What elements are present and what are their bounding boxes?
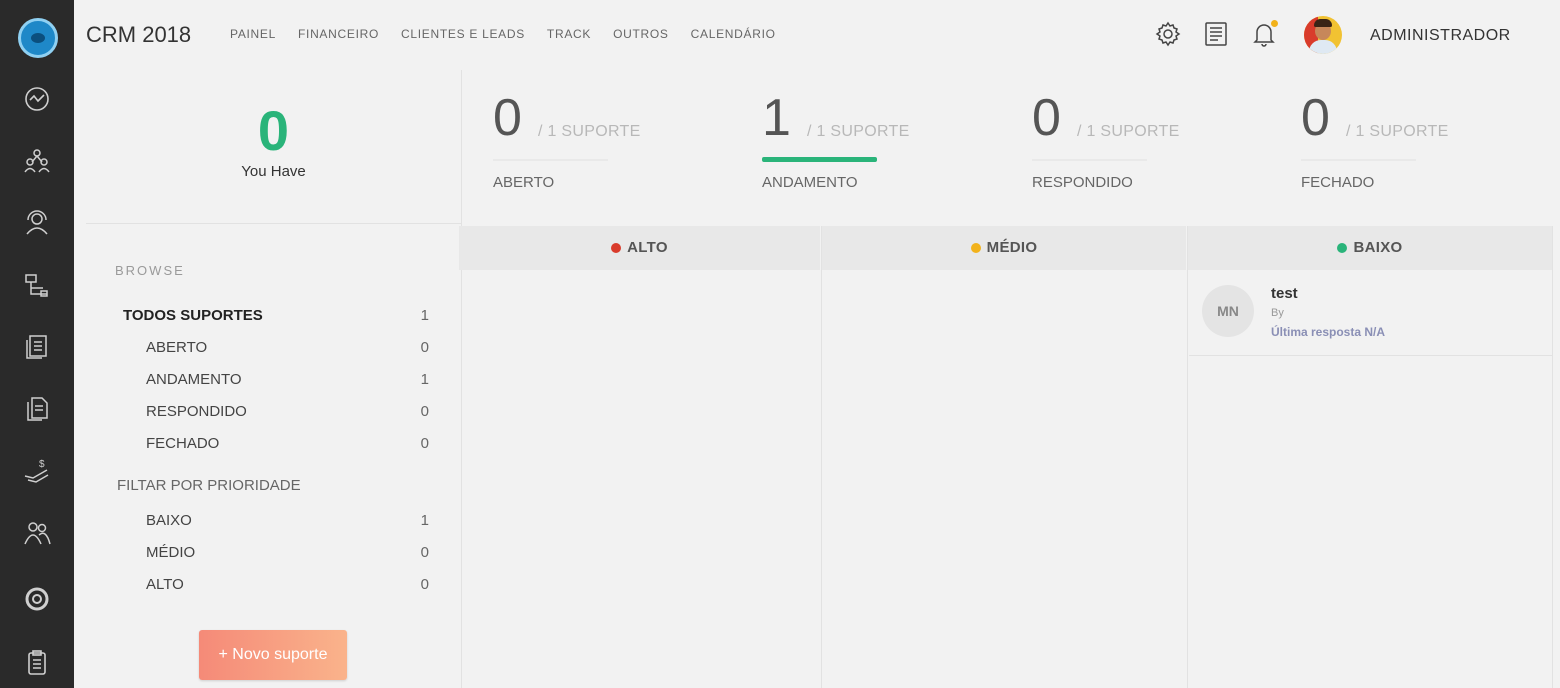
alto-dot-icon bbox=[611, 243, 622, 253]
stat-total: / 1 SUPORTE bbox=[1346, 123, 1449, 140]
divider bbox=[461, 70, 462, 688]
svg-text:$: $ bbox=[39, 459, 45, 470]
filter-count: 0 bbox=[420, 576, 429, 593]
filter-label: FECHADO bbox=[146, 435, 220, 452]
tasks-icon[interactable] bbox=[22, 270, 52, 300]
nav-financeiro[interactable]: FINANCEIRO bbox=[298, 27, 379, 41]
stat-value: 0 bbox=[1032, 89, 1061, 147]
stat-fechado[interactable]: 0 / 1 SUPORTE FECHADO bbox=[1301, 88, 1501, 198]
stat-value: 1 bbox=[762, 89, 791, 147]
filter-count: 0 bbox=[420, 339, 429, 356]
filter-label: MÉDIO bbox=[146, 544, 196, 561]
divider bbox=[821, 226, 822, 688]
column-header-medio: MÉDIO bbox=[822, 226, 1186, 270]
stat-label: RESPONDIDO bbox=[1032, 174, 1133, 191]
filter-label: ALTO bbox=[146, 576, 184, 593]
ticket-card[interactable]: MN test By Última resposta N/A bbox=[1189, 272, 1552, 356]
stat-andamento[interactable]: 1 / 1 SUPORTE ANDAMENTO bbox=[762, 88, 962, 198]
stat-bar-active bbox=[762, 157, 877, 162]
nav-painel[interactable]: PAINEL bbox=[230, 27, 276, 41]
divider bbox=[86, 223, 461, 224]
notes-icon[interactable] bbox=[1202, 20, 1230, 48]
column-title: BAIXO bbox=[1353, 239, 1403, 256]
logo[interactable] bbox=[18, 18, 58, 58]
support-icon[interactable] bbox=[22, 584, 52, 614]
column-title: MÉDIO bbox=[986, 239, 1038, 256]
filter-count: 0 bbox=[420, 403, 429, 420]
nav-track[interactable]: TRACK bbox=[547, 27, 591, 41]
filter-count: 1 bbox=[420, 371, 429, 388]
documents-icon[interactable] bbox=[22, 332, 52, 362]
nav-clientes-leads[interactable]: CLIENTES E LEADS bbox=[401, 27, 525, 41]
clipboard-icon[interactable] bbox=[22, 648, 52, 678]
nav-outros[interactable]: OUTROS bbox=[613, 27, 669, 41]
stat-total: / 1 SUPORTE bbox=[807, 123, 910, 140]
summary-label: You Have bbox=[241, 163, 306, 180]
baixo-dot-icon bbox=[1337, 243, 1348, 253]
stat-bar bbox=[1032, 159, 1147, 161]
user-name[interactable]: ADMINISTRADOR bbox=[1370, 27, 1511, 45]
finance-icon[interactable]: $ bbox=[22, 456, 52, 486]
users-icon[interactable] bbox=[22, 208, 52, 238]
ticket-title[interactable]: test bbox=[1271, 285, 1298, 302]
ticket-last-reply: Última resposta N/A bbox=[1271, 325, 1386, 339]
browse-title: BROWSE bbox=[115, 263, 185, 278]
filter-label: BAIXO bbox=[146, 512, 192, 529]
top-bar: CRM 2018 PAINEL FINANCEIRO CLIENTES E LE… bbox=[74, 0, 1560, 70]
sidebar-rail: $ bbox=[0, 0, 74, 688]
stat-label: FECHADO bbox=[1301, 174, 1375, 191]
filter-label: ANDAMENTO bbox=[146, 371, 242, 388]
stat-label: ANDAMENTO bbox=[762, 174, 858, 191]
nav-calendario[interactable]: CALENDÁRIO bbox=[691, 27, 776, 41]
settings-icon[interactable] bbox=[1154, 20, 1182, 48]
bell-icon[interactable] bbox=[1250, 20, 1278, 48]
priority-filter-title: FILTAR POR PRIORIDADE bbox=[117, 477, 301, 494]
filter-all-count: 1 bbox=[420, 307, 429, 324]
dashboard-icon[interactable] bbox=[22, 84, 52, 114]
filter-count: 0 bbox=[420, 435, 429, 452]
filter-all-label: TODOS SUPORTES bbox=[123, 307, 263, 324]
ticket-author: By bbox=[1271, 307, 1284, 319]
summary-count: 0 bbox=[257, 99, 290, 162]
stat-aberto[interactable]: 0 / 1 SUPORTE ABERTO bbox=[493, 88, 693, 198]
stat-respondido[interactable]: 0 / 1 SUPORTE RESPONDIDO bbox=[1032, 88, 1232, 198]
network-icon[interactable] bbox=[22, 146, 52, 176]
stat-value: 0 bbox=[1301, 89, 1330, 147]
left-panel: 0 You Have BROWSE TODOS SUPORTES 1 ABERT… bbox=[86, 70, 461, 688]
team-icon[interactable] bbox=[22, 518, 52, 548]
ticket-avatar: MN bbox=[1202, 285, 1254, 337]
main-nav: PAINEL FINANCEIRO CLIENTES E LEADS TRACK… bbox=[230, 27, 776, 41]
filter-label: ABERTO bbox=[146, 339, 208, 356]
stat-bar bbox=[1301, 159, 1416, 161]
app-title: CRM 2018 bbox=[86, 22, 192, 47]
stat-total: / 1 SUPORTE bbox=[538, 123, 641, 140]
stat-total: / 1 SUPORTE bbox=[1077, 123, 1180, 140]
new-ticket-button[interactable]: + Novo suporte bbox=[199, 630, 347, 680]
column-title: ALTO bbox=[627, 239, 668, 256]
stat-value: 0 bbox=[493, 89, 522, 147]
filter-count: 0 bbox=[420, 544, 429, 561]
column-header-baixo: BAIXO bbox=[1188, 226, 1552, 270]
files-icon[interactable] bbox=[22, 394, 52, 424]
stat-label: ABERTO bbox=[493, 174, 555, 191]
user-avatar[interactable] bbox=[1304, 16, 1342, 54]
filter-count: 1 bbox=[420, 512, 429, 529]
stat-bar bbox=[493, 159, 608, 161]
medio-dot-icon bbox=[970, 243, 981, 253]
app: $ CRM 2018 PAINEL FINANCEIRO CLIENTES E … bbox=[0, 0, 1560, 688]
divider bbox=[1552, 226, 1553, 688]
notification-badge bbox=[1271, 20, 1278, 27]
column-header-alto: ALTO bbox=[459, 226, 820, 270]
divider bbox=[1187, 226, 1188, 688]
filter-label: RESPONDIDO bbox=[146, 403, 247, 420]
